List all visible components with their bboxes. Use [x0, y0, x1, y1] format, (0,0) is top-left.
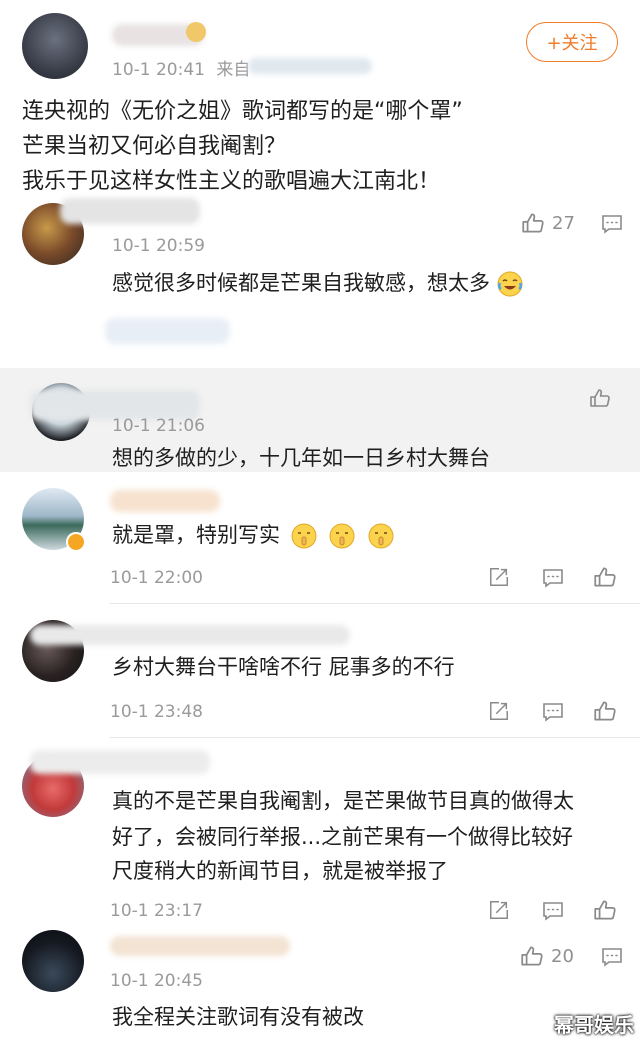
reply-button[interactable]: [541, 899, 565, 923]
comment-icon: [543, 902, 563, 921]
like-button[interactable]: 27: [520, 210, 575, 236]
comment-time: 10-1 22:00: [110, 568, 203, 588]
like-button[interactable]: [592, 897, 618, 923]
comment-time: 10-1 20:45: [110, 971, 203, 991]
watermark: 幂哥娱乐: [554, 1013, 634, 1037]
reply-button[interactable]: [541, 566, 565, 590]
comment-link-blurred[interactable]: [105, 318, 230, 344]
commenter-name[interactable]: [30, 625, 350, 645]
comment-icon: [602, 215, 622, 234]
divider: [110, 737, 640, 738]
reply-button[interactable]: [541, 700, 565, 724]
post-time-value: 10-1 20:41: [112, 60, 205, 80]
comment-text: 我全程关注歌词有没有被改: [112, 1005, 364, 1029]
comment-icon: [543, 703, 563, 722]
post-author-avatar[interactable]: [22, 13, 88, 79]
comment-time: 10-1 20:59: [112, 236, 205, 256]
thumbs-up-icon: [594, 701, 616, 721]
comment-text-value: 感觉很多时候都是芒果自我敏感，想太多: [112, 271, 490, 295]
thumbs-up-icon: [594, 567, 616, 587]
commenter-avatar[interactable]: [22, 930, 84, 992]
comment-line-3: 尺度稍大的新闻节目，就是被举报了: [112, 859, 448, 883]
commenter-name[interactable]: [110, 936, 290, 956]
comment-text-value: 就是罩，特别写实: [112, 523, 280, 547]
comment-text: 乡村大舞台干啥啥不行 屁事多的不行: [112, 655, 455, 679]
commenter-name[interactable]: [110, 490, 220, 512]
forward-icon: [490, 702, 508, 720]
post-line-2: 芒果当初又何必自我阉割？: [22, 134, 287, 159]
comment-time: 10-1 23:17: [110, 901, 203, 921]
post-line-3: 我乐于见这样女性主义的歌唱遍大江南北！: [22, 169, 441, 194]
thumbs-up-icon: [594, 900, 616, 920]
forward-button[interactable]: [488, 899, 510, 921]
laugh-cry-emoji-icon: [497, 271, 523, 297]
forward-button[interactable]: [488, 566, 510, 588]
forward-icon: [490, 901, 508, 919]
reply-button[interactable]: [600, 212, 624, 236]
comment-time: 10-1 21:06: [112, 416, 205, 436]
thumbs-up-icon: [519, 943, 545, 969]
comment-text: 就是罩，特别写实: [112, 520, 394, 551]
like-button[interactable]: [592, 564, 618, 590]
comment-line-2: 好了，会被同行举报...之前芒果有一个做得比较好: [112, 825, 574, 849]
post-source-prefix: 来自: [216, 60, 251, 80]
reply-button[interactable]: [600, 945, 624, 969]
comment-time: 10-1 23:48: [110, 702, 203, 722]
shush-emoji-icon: [291, 523, 317, 549]
like-count: 27: [552, 212, 575, 234]
like-button[interactable]: [592, 698, 618, 724]
like-count: 20: [551, 945, 574, 967]
badge-icon: [186, 22, 206, 42]
comment-icon: [602, 948, 622, 967]
forward-icon: [490, 568, 508, 586]
commenter-name[interactable]: [60, 198, 200, 224]
post-source-name[interactable]: [248, 58, 372, 74]
post-time: 10-1 20:41 来自: [112, 55, 250, 80]
like-button[interactable]: 20: [519, 943, 574, 969]
forward-button[interactable]: [488, 700, 510, 722]
comment-text: 想的多做的少，十几年如一日乡村大舞台: [112, 446, 490, 470]
shush-emoji-icon: [368, 523, 394, 549]
shush-emoji-icon: [329, 523, 355, 549]
divider: [110, 603, 640, 604]
comment-text: 感觉很多时候都是芒果自我敏感，想太多: [112, 268, 523, 299]
comment-line-1: 真的不是芒果自我阉割，是芒果做节目真的做得太: [112, 789, 574, 813]
follow-label: +关注: [546, 33, 598, 54]
post-line-1: 连央视的《无价之姐》歌词都写的是“哪个罩”: [22, 99, 463, 124]
commenter-name[interactable]: [30, 750, 210, 774]
comment-icon: [543, 569, 563, 588]
thumbs-up-icon: [520, 210, 546, 236]
like-button[interactable]: [588, 386, 612, 410]
follow-button[interactable]: +关注: [526, 22, 618, 62]
thumbs-up-icon: [590, 389, 610, 407]
verified-badge-icon: [66, 532, 86, 552]
